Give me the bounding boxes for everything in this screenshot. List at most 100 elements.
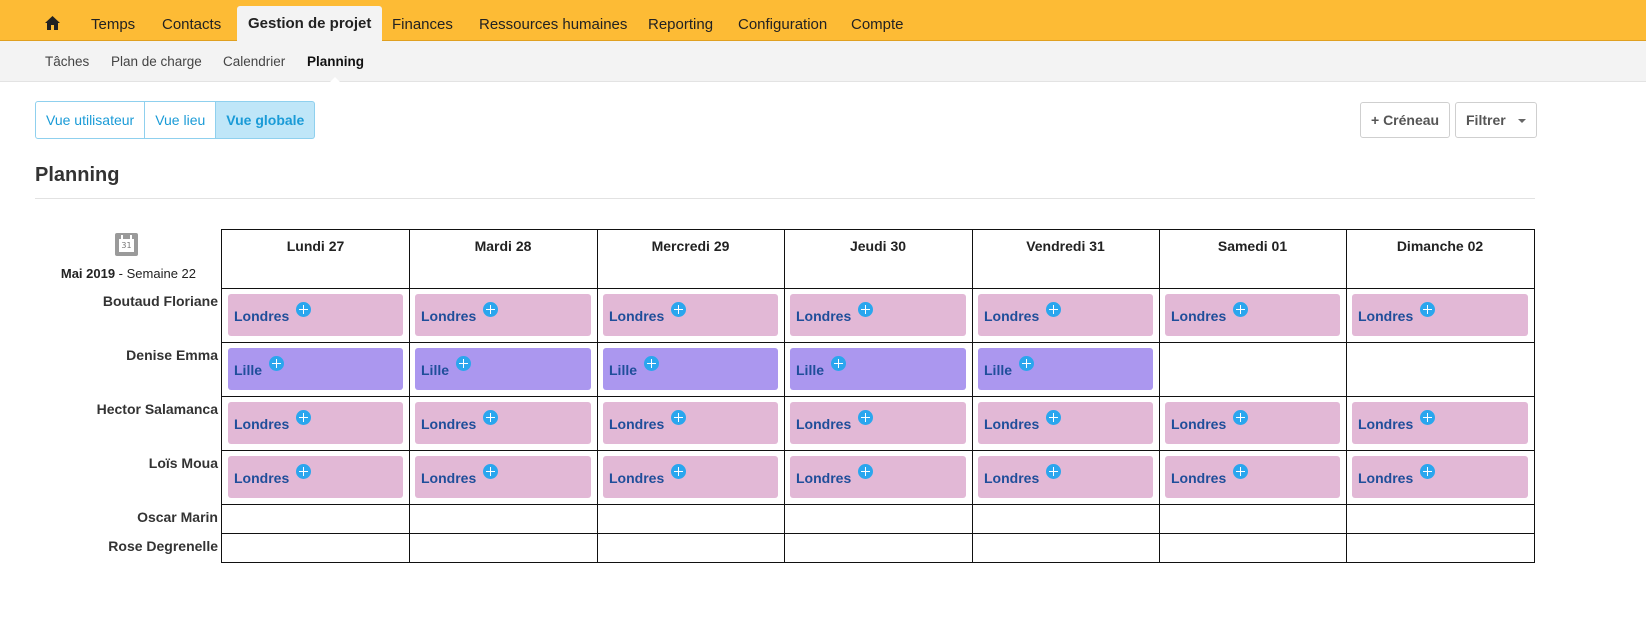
slot-location: Londres: [421, 416, 477, 432]
slot-location: Lille: [984, 362, 1013, 378]
add-circle-icon[interactable]: [1046, 464, 1062, 479]
planning-slot[interactable]: Londres: [1165, 456, 1340, 498]
grid-row-divider: [222, 342, 1534, 343]
add-circle-icon[interactable]: [456, 356, 472, 371]
subnav-planning[interactable]: Planning: [307, 41, 364, 82]
planning-slot[interactable]: Londres: [790, 294, 966, 336]
planning-slot[interactable]: Londres: [415, 456, 591, 498]
day-header: Mardi 28: [474, 238, 532, 254]
add-circle-icon[interactable]: [1420, 302, 1436, 317]
planning-slot[interactable]: Londres: [603, 294, 778, 336]
nav-compte[interactable]: Compte: [851, 0, 904, 41]
person-name: Hector Salamanca: [96, 401, 218, 417]
subnav-taches[interactable]: Tâches: [45, 41, 89, 82]
filter-label: Filtrer: [1466, 112, 1506, 128]
view-user-button[interactable]: Vue utilisateur: [35, 101, 146, 139]
add-circle-icon[interactable]: [1233, 302, 1249, 317]
planning-slot[interactable]: Londres: [978, 402, 1153, 444]
add-circle-icon[interactable]: [671, 410, 687, 425]
title-divider: [35, 198, 1535, 199]
add-circle-icon[interactable]: [671, 302, 687, 317]
add-circle-icon[interactable]: [1420, 464, 1436, 479]
add-circle-icon[interactable]: [483, 464, 499, 479]
planning-slot[interactable]: Londres: [1352, 294, 1528, 336]
nav-temps[interactable]: Temps: [91, 0, 135, 41]
add-circle-icon[interactable]: [483, 302, 499, 317]
slot-location: Londres: [609, 416, 665, 432]
planning-slot[interactable]: Londres: [228, 294, 403, 336]
slot-location: Londres: [1171, 470, 1227, 486]
add-circle-icon[interactable]: [296, 410, 312, 425]
week-label: Mai 2019 - Semaine 22: [0, 266, 196, 281]
planning-slot[interactable]: Lille: [603, 348, 778, 390]
planning-slot[interactable]: Londres: [790, 402, 966, 444]
add-circle-icon[interactable]: [1233, 410, 1249, 425]
add-circle-icon[interactable]: [1420, 410, 1436, 425]
add-circle-icon[interactable]: [858, 410, 874, 425]
nav-configuration[interactable]: Configuration: [738, 0, 827, 41]
add-circle-icon[interactable]: [671, 464, 687, 479]
planning-slot[interactable]: Londres: [978, 294, 1153, 336]
add-circle-icon[interactable]: [269, 356, 285, 371]
add-circle-icon[interactable]: [1019, 356, 1035, 371]
nav-finances[interactable]: Finances: [392, 0, 453, 41]
planning-slot[interactable]: Londres: [228, 456, 403, 498]
planning-slot[interactable]: Londres: [228, 402, 403, 444]
top-nav: Temps Contacts Gestion de projet Finance…: [0, 0, 1646, 41]
planning-slot[interactable]: Londres: [1352, 402, 1528, 444]
slot-location: Londres: [609, 470, 665, 486]
subnav-calendrier[interactable]: Calendrier: [223, 41, 285, 82]
add-circle-icon[interactable]: [1233, 464, 1249, 479]
person-name: Boutaud Floriane: [102, 293, 218, 309]
subnav-plan-de-charge[interactable]: Plan de charge: [111, 41, 202, 82]
slot-location: Londres: [1358, 470, 1414, 486]
slot-location: Londres: [234, 470, 290, 486]
person-name: Denise Emma: [126, 347, 218, 363]
planning-slot[interactable]: Londres: [415, 294, 591, 336]
slot-location: Londres: [984, 308, 1040, 324]
person-name: Rose Degrenelle: [108, 538, 218, 554]
filter-dropdown[interactable]: Filtrer: [1455, 102, 1537, 138]
planning-slot[interactable]: Lille: [228, 348, 403, 390]
planning-slot[interactable]: Londres: [1352, 456, 1528, 498]
slot-location: Lille: [421, 362, 450, 378]
add-circle-icon[interactable]: [1046, 410, 1062, 425]
add-circle-icon[interactable]: [858, 464, 874, 479]
day-header: Jeudi 30: [849, 238, 907, 254]
view-global-button[interactable]: Vue globale: [216, 101, 316, 139]
add-circle-icon[interactable]: [831, 356, 847, 371]
nav-ressources-humaines[interactable]: Ressources humaines: [479, 0, 627, 41]
add-circle-icon[interactable]: [858, 302, 874, 317]
planning-slot[interactable]: Lille: [978, 348, 1153, 390]
slot-location: Londres: [1358, 416, 1414, 432]
grid-row-divider: [222, 288, 1534, 289]
nav-contacts[interactable]: Contacts: [162, 0, 221, 41]
slot-location: Londres: [234, 416, 290, 432]
add-circle-icon[interactable]: [644, 356, 660, 371]
chevron-down-icon: [1517, 119, 1526, 124]
planning-slot[interactable]: Londres: [790, 456, 966, 498]
day-header: Samedi 01: [1217, 238, 1288, 254]
planning-slot[interactable]: Londres: [1165, 294, 1340, 336]
planning-slot[interactable]: Lille: [790, 348, 966, 390]
add-slot-button[interactable]: + Créneau: [1360, 102, 1451, 138]
home-icon[interactable]: [45, 16, 60, 30]
slot-location: Londres: [1171, 416, 1227, 432]
planning-slot[interactable]: Londres: [603, 456, 778, 498]
view-location-button[interactable]: Vue lieu: [145, 101, 217, 139]
planning-slot[interactable]: Londres: [603, 402, 778, 444]
add-circle-icon[interactable]: [296, 464, 312, 479]
nav-reporting[interactable]: Reporting: [648, 0, 713, 41]
week-number: - Semaine 22: [115, 266, 196, 281]
planning-slot[interactable]: Lille: [415, 348, 591, 390]
planning-slot[interactable]: Londres: [415, 402, 591, 444]
planning-grid: Lundi 27 Mardi 28 Mercredi 29 Jeudi 30 Vendr…: [221, 229, 1535, 563]
planning-slot[interactable]: Londres: [1165, 402, 1340, 444]
add-circle-icon[interactable]: [483, 410, 499, 425]
planning-slot[interactable]: Londres: [978, 456, 1153, 498]
nav-gestion-de-projet[interactable]: Gestion de projet: [237, 6, 383, 41]
add-circle-icon[interactable]: [296, 302, 312, 317]
calendar-icon[interactable]: 31: [115, 233, 138, 256]
slot-location: Londres: [1171, 308, 1227, 324]
add-circle-icon[interactable]: [1046, 302, 1062, 317]
